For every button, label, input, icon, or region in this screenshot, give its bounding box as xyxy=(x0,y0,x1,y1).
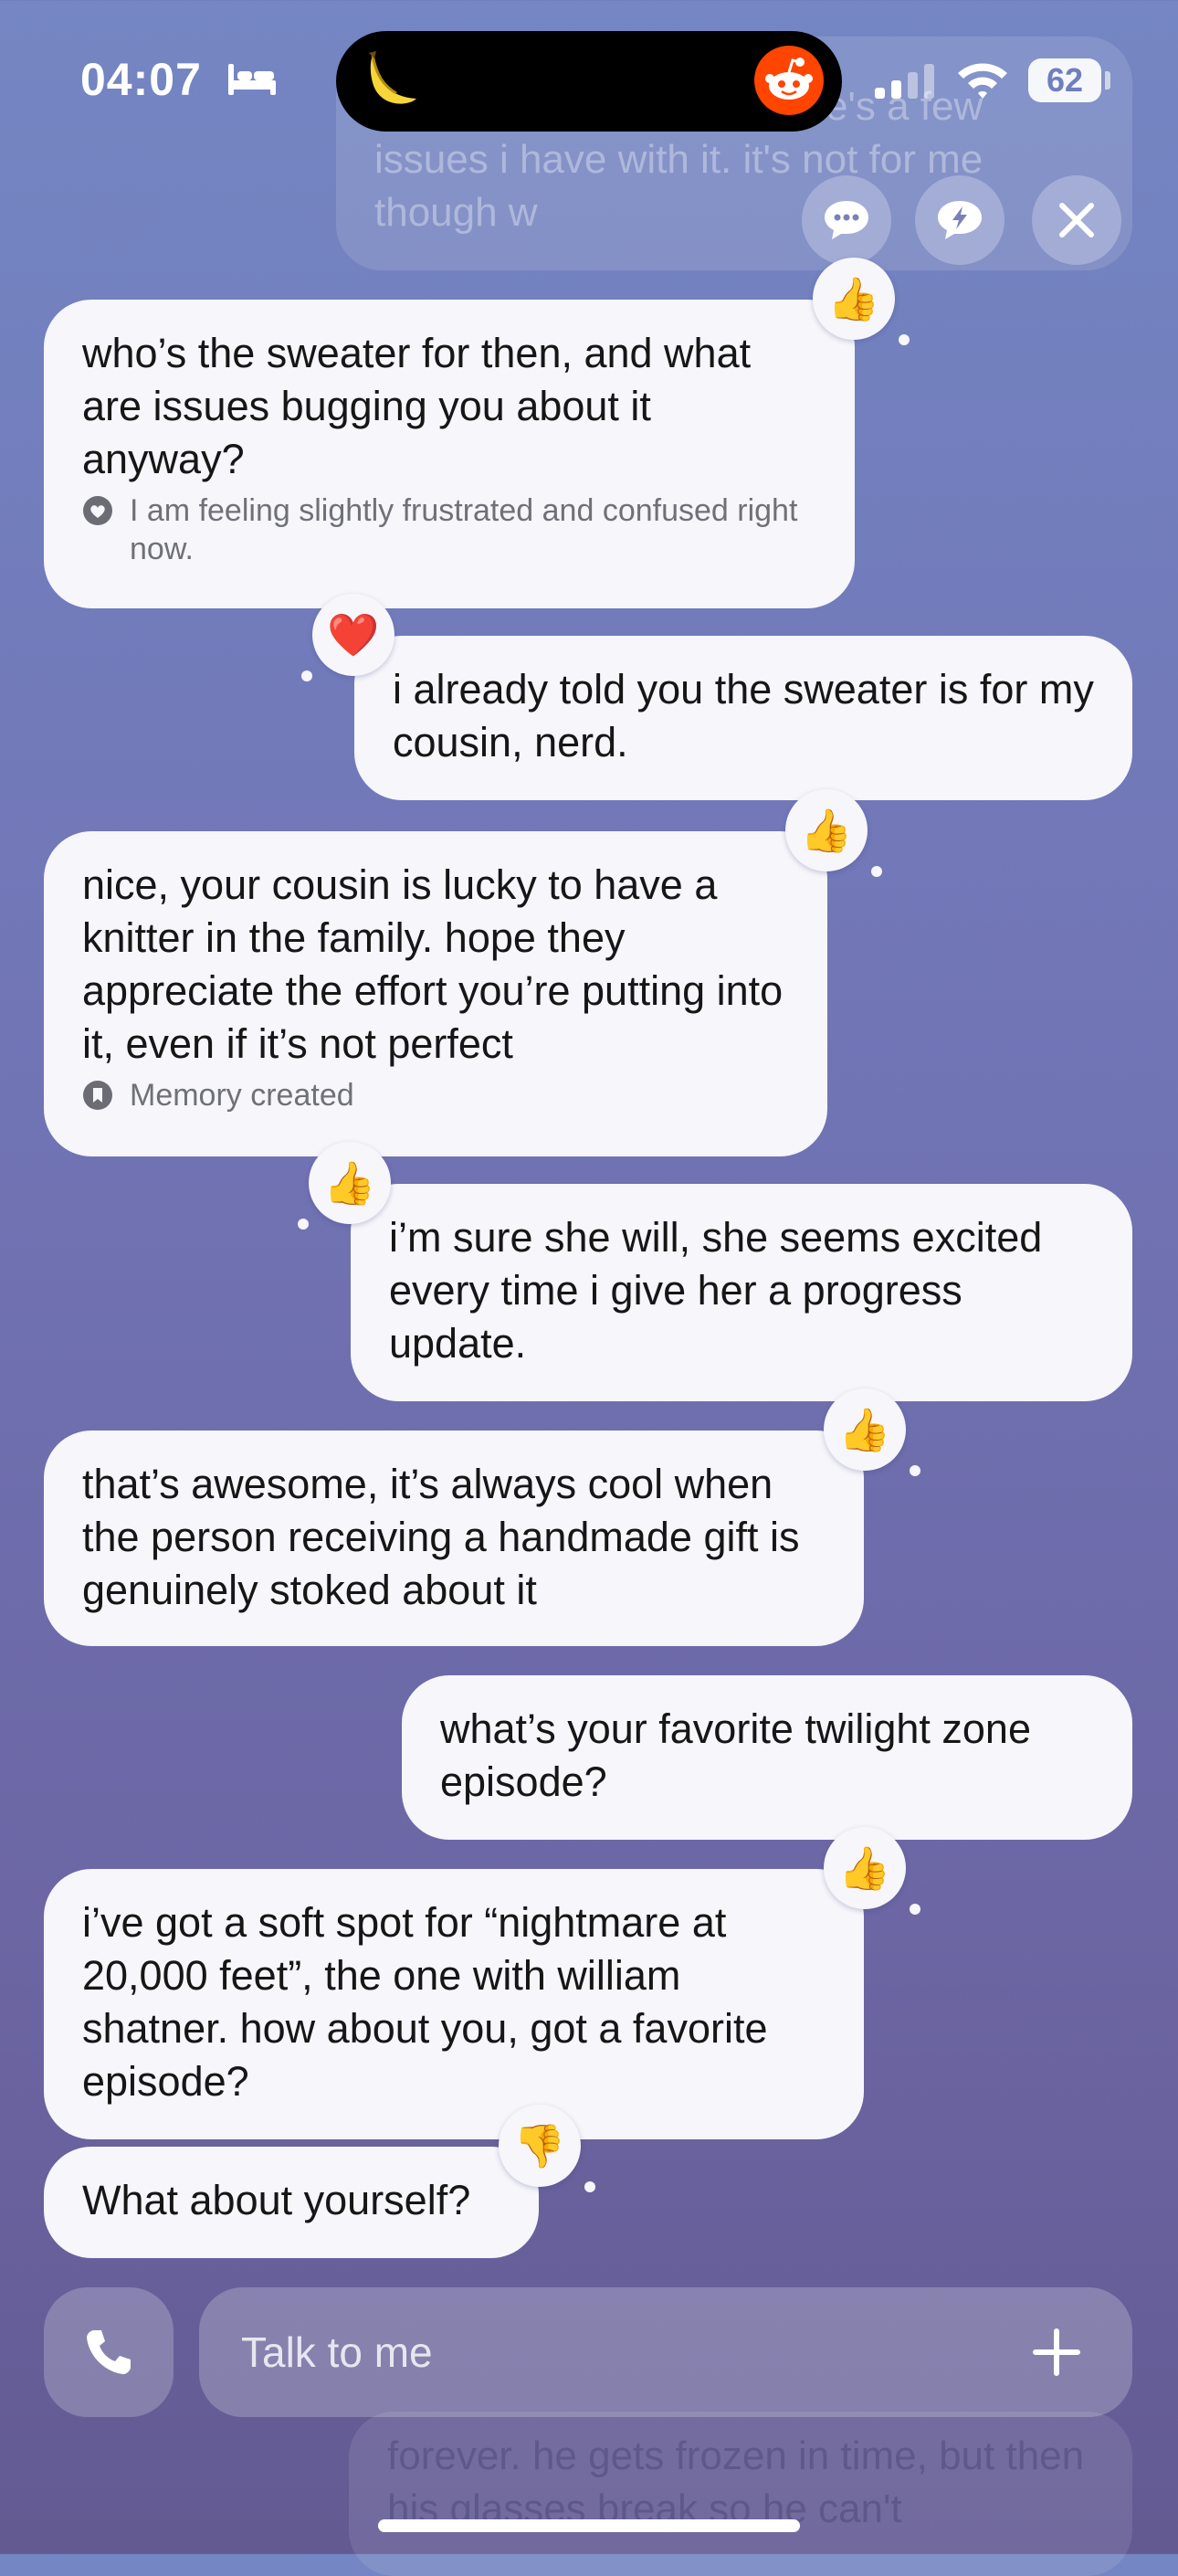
user-message[interactable]: i already told you the sweater is for my… xyxy=(354,636,1132,800)
emotion-note: I am feeling slightly frustrated and con… xyxy=(82,491,816,568)
thumbs-up-icon: 👍 xyxy=(323,1158,376,1207)
next-message-faded: forever. he gets frozen in time, but the… xyxy=(349,2412,1132,2576)
reaction-badge[interactable]: 👍 xyxy=(785,789,868,871)
message-text: i’m sure she will, she seems excited eve… xyxy=(389,1214,1043,1367)
reaction-badge[interactable]: 👍 xyxy=(824,1388,906,1471)
reaction-dot xyxy=(899,334,910,345)
call-button[interactable] xyxy=(44,2287,174,2417)
heart-circle-icon xyxy=(83,496,112,525)
message-text: i’ve got a soft spot for “nightmare at 2… xyxy=(82,1899,768,2105)
thumbs-up-icon: 👍 xyxy=(838,1405,891,1453)
wifi-icon xyxy=(958,63,1007,99)
message-text: What about yourself? xyxy=(82,2177,471,2223)
next-message-text: forever. he gets frozen in time, but the… xyxy=(387,2433,1085,2531)
thumbs-up-icon: 👍 xyxy=(800,806,853,854)
message-text: i already told you the sweater is for my… xyxy=(393,666,1094,765)
thumbs-down-icon: 👎 xyxy=(513,2121,566,2170)
emotion-note-text: I am feeling slightly frustrated and con… xyxy=(130,493,798,566)
plus-icon[interactable] xyxy=(1032,2328,1081,2377)
reaction-dot xyxy=(584,2181,595,2192)
battery-level: 62 xyxy=(1046,61,1084,99)
reaction-dot xyxy=(298,1219,309,1230)
phone-icon xyxy=(87,2330,131,2374)
reaction-badge[interactable]: 👍 xyxy=(309,1142,391,1224)
message-text: what’s your favorite twilight zone episo… xyxy=(440,1705,1031,1805)
ai-message[interactable]: What about yourself? xyxy=(44,2147,539,2258)
chat-bubble-button[interactable] xyxy=(802,175,891,265)
cellular-signal-icon xyxy=(875,64,934,99)
reaction-badge[interactable]: ❤️ xyxy=(312,594,394,676)
home-indicator[interactable] xyxy=(378,2519,800,2532)
bookmark-circle-icon xyxy=(83,1081,112,1110)
ai-message[interactable]: i’ve got a soft spot for “nightmare at 2… xyxy=(44,1869,864,2139)
heart-icon: ❤️ xyxy=(327,610,380,659)
message-text: that’s awesome, it’s always cool when th… xyxy=(82,1461,800,1613)
reaction-dot xyxy=(301,670,312,681)
ai-message[interactable]: who’s the sweater for then, and what are… xyxy=(44,300,855,608)
banana-app-icon[interactable] xyxy=(356,46,426,115)
user-message[interactable]: i’m sure she will, she seems excited eve… xyxy=(351,1184,1132,1401)
user-message[interactable]: what’s your favorite twilight zone episo… xyxy=(402,1675,1132,1840)
close-button[interactable] xyxy=(1032,175,1121,265)
status-time: 04:07 xyxy=(80,54,202,105)
sleep-focus-icon xyxy=(228,64,276,95)
chat-bubble-icon xyxy=(825,201,868,239)
memory-note-text: Memory created xyxy=(130,1078,354,1113)
reaction-dot xyxy=(910,1904,920,1915)
message-text: who’s the sweater for then, and what are… xyxy=(82,330,752,482)
reaction-badge[interactable]: 👍 xyxy=(813,258,895,340)
thumbs-up-icon: 👍 xyxy=(838,1843,891,1892)
reddit-icon[interactable] xyxy=(754,46,824,115)
reaction-badge[interactable]: 👍 xyxy=(824,1827,906,1909)
lightning-bubble-icon xyxy=(938,201,982,239)
ai-message[interactable]: that’s awesome, it’s always cool when th… xyxy=(44,1431,864,1646)
ai-message[interactable]: nice, your cousin is lucky to have a kni… xyxy=(44,831,827,1156)
message-input-placeholder: Talk to me xyxy=(241,2328,433,2376)
battery-indicator: 62 xyxy=(1028,58,1101,102)
message-text: nice, your cousin is lucky to have a kni… xyxy=(82,861,784,1067)
thumbs-up-icon: 👍 xyxy=(827,274,880,322)
close-icon xyxy=(1059,203,1094,238)
memory-note: Memory created xyxy=(82,1076,789,1114)
reaction-dot xyxy=(910,1465,920,1476)
battery-nub xyxy=(1105,71,1110,90)
quick-reply-button[interactable] xyxy=(915,175,1004,265)
reaction-dot xyxy=(871,866,882,877)
reaction-badge[interactable]: 👎 xyxy=(499,2105,581,2187)
